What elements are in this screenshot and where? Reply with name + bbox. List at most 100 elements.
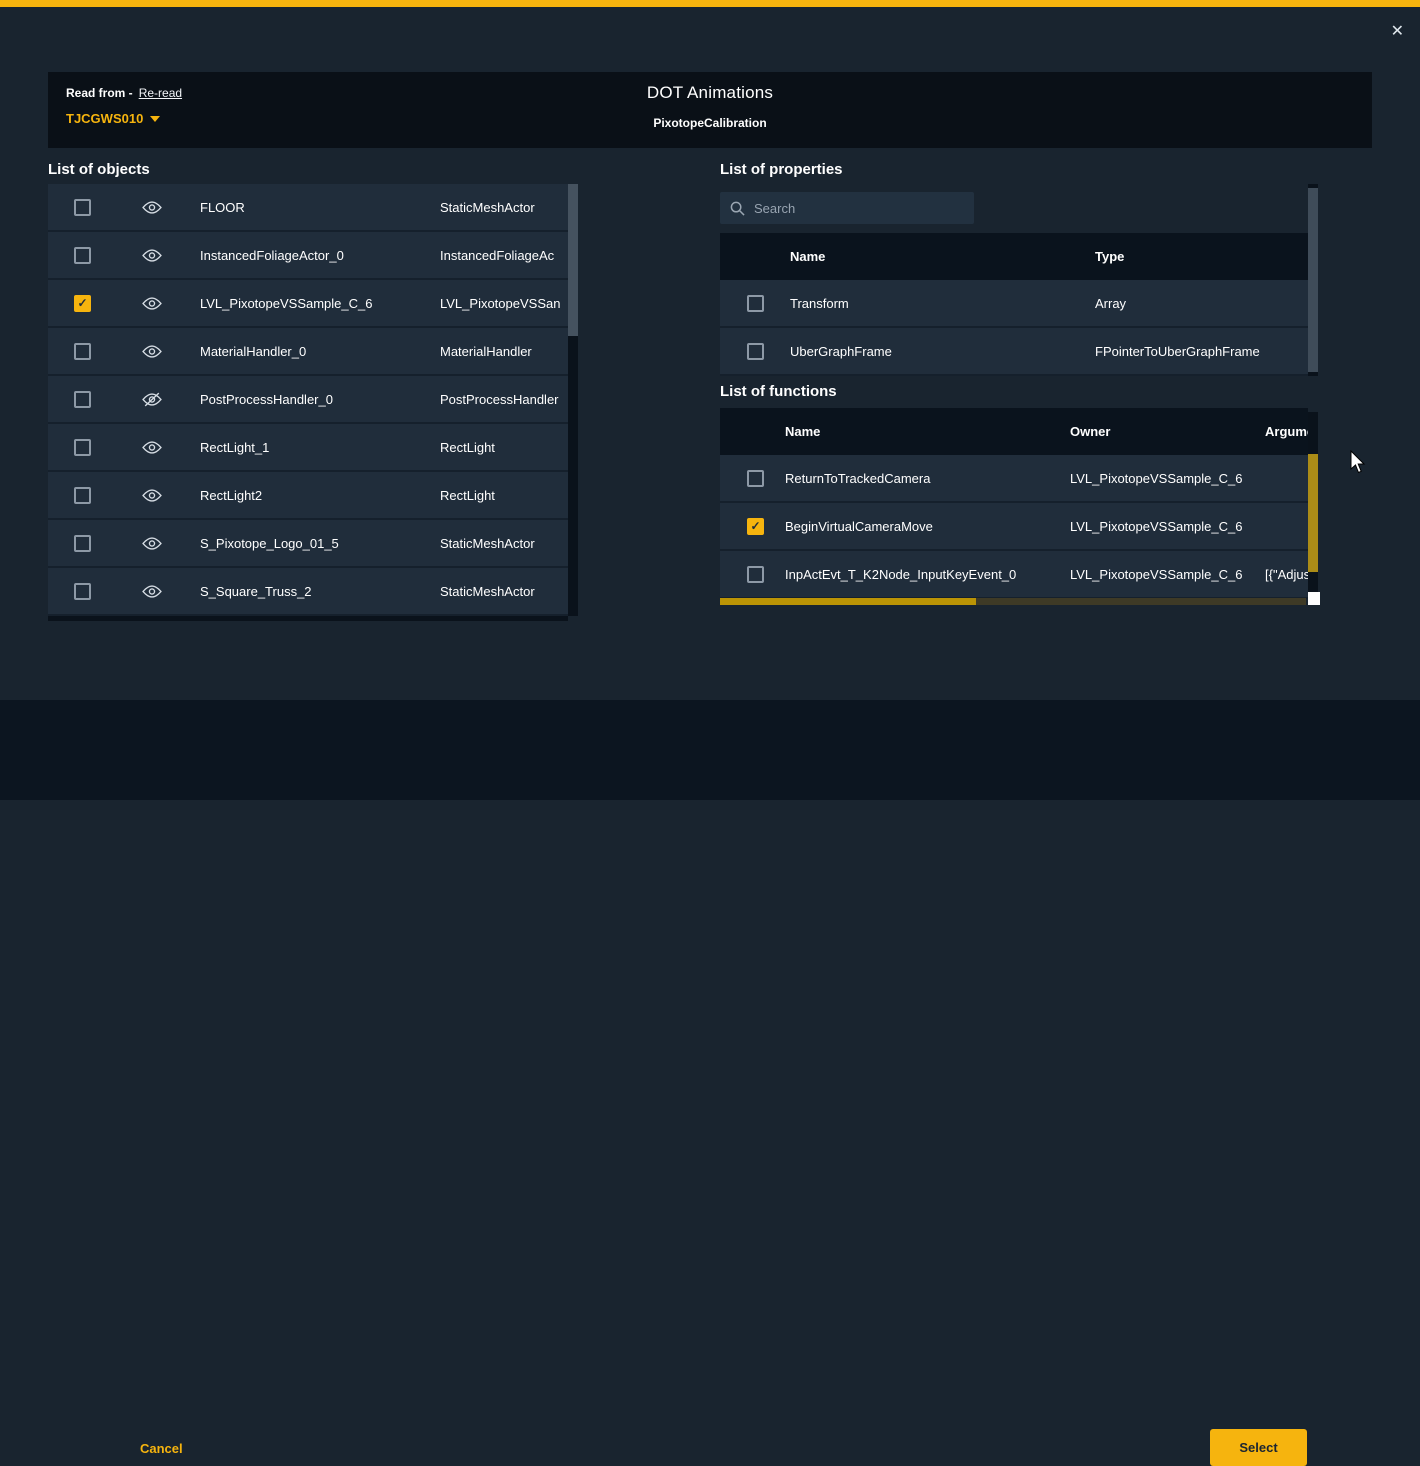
function-owner: LVL_PixotopeVSSample_C_6 xyxy=(1070,567,1265,582)
object-name: PostProcessHandler_0 xyxy=(200,392,440,407)
object-row[interactable]: ✓ LVL_PixotopeVSSample_C_6LVL_PixotopeVSS… xyxy=(48,280,568,328)
object-name: S_Square_Truss_2 xyxy=(200,584,440,599)
object-checkbox[interactable] xyxy=(74,535,91,552)
properties-table: Name Type TransformArrayUberGraphFrameFP… xyxy=(720,233,1308,376)
function-row[interactable]: ReturnToTrackedCameraLVL_PixotopeVSSampl… xyxy=(720,455,1308,503)
object-row[interactable]: FLOORStaticMeshActor xyxy=(48,184,568,232)
objects-horizontal-scrollbar[interactable] xyxy=(48,616,568,621)
visibility-icon[interactable] xyxy=(142,296,164,311)
column-header-arguments: Arguments xyxy=(1265,424,1308,439)
close-icon[interactable]: ✕ xyxy=(1391,24,1404,40)
visibility-icon[interactable] xyxy=(142,344,164,359)
function-checkbox[interactable] xyxy=(747,566,764,583)
property-name: UberGraphFrame xyxy=(790,344,1095,359)
function-row[interactable]: InpActEvt_T_K2Node_InputKeyEvent_0LVL_Pi… xyxy=(720,551,1308,599)
object-row[interactable]: MaterialHandler_0MaterialHandler xyxy=(48,328,568,376)
property-type: FPointerToUberGraphFrame xyxy=(1095,344,1308,359)
functions-table: Name Owner Arguments ReturnToTrackedCame… xyxy=(720,408,1308,599)
property-name: Transform xyxy=(790,296,1095,311)
object-checkbox[interactable] xyxy=(74,247,91,264)
property-checkbox[interactable] xyxy=(747,295,764,312)
object-type: MaterialHandler xyxy=(440,344,568,359)
object-checkbox[interactable] xyxy=(74,343,91,360)
function-name: BeginVirtualCameraMove xyxy=(785,519,1070,534)
object-name: RectLight_1 xyxy=(200,440,440,455)
object-type: LVL_PixotopeVSSan xyxy=(440,296,568,311)
visibility-off-icon[interactable] xyxy=(142,392,164,407)
object-checkbox[interactable] xyxy=(74,199,91,216)
object-checkbox[interactable] xyxy=(74,391,91,408)
visibility-icon[interactable] xyxy=(142,536,164,551)
functions-table-header: Name Owner Arguments xyxy=(720,408,1308,455)
column-header-name: Name xyxy=(785,424,1070,439)
dialog-header: Read from -Re-read TJCGWS010 DOT Animati… xyxy=(48,72,1372,148)
function-checkbox[interactable]: ✓ xyxy=(747,518,764,535)
select-button[interactable]: Select xyxy=(1210,1429,1307,1466)
property-row[interactable]: UberGraphFrameFPointerToUberGraphFrame xyxy=(720,328,1308,376)
object-row[interactable]: S_Square_Truss_2StaticMeshActor xyxy=(48,568,568,616)
properties-table-header: Name Type xyxy=(720,233,1308,280)
function-checkbox[interactable] xyxy=(747,470,764,487)
object-checkbox[interactable] xyxy=(74,583,91,600)
object-checkbox[interactable]: ✓ xyxy=(74,295,91,312)
dialog-title: DOT Animations xyxy=(48,83,1372,103)
object-type: RectLight xyxy=(440,488,568,503)
object-type: PostProcessHandler xyxy=(440,392,568,407)
visibility-icon[interactable] xyxy=(142,248,164,263)
object-name: RectLight2 xyxy=(200,488,440,503)
property-row[interactable]: TransformArray xyxy=(720,280,1308,328)
property-checkbox[interactable] xyxy=(747,343,764,360)
visibility-icon[interactable] xyxy=(142,200,164,215)
functions-vertical-scrollbar[interactable] xyxy=(1308,412,1318,592)
object-name: FLOOR xyxy=(200,200,440,215)
visibility-icon[interactable] xyxy=(142,584,164,599)
objects-panel-title: List of objects xyxy=(48,161,150,178)
object-name: MaterialHandler_0 xyxy=(200,344,440,359)
functions-table-body: ReturnToTrackedCameraLVL_PixotopeVSSampl… xyxy=(720,455,1308,599)
column-header-owner: Owner xyxy=(1070,424,1265,439)
object-type: StaticMeshActor xyxy=(440,584,568,599)
objects-table: FLOORStaticMeshActorInstancedFoliageActo… xyxy=(48,184,568,616)
object-type: InstancedFoliageAc xyxy=(440,248,568,263)
functions-horizontal-scrollbar[interactable] xyxy=(720,598,1306,605)
property-type: Array xyxy=(1095,296,1308,311)
dialog-footer: Cancel Select xyxy=(0,700,1420,800)
object-checkbox[interactable] xyxy=(74,439,91,456)
function-name: InpActEvt_T_K2Node_InputKeyEvent_0 xyxy=(785,567,1070,582)
object-type: StaticMeshActor xyxy=(440,200,568,215)
function-name: ReturnToTrackedCamera xyxy=(785,471,1070,486)
column-header-name: Name xyxy=(790,249,1095,264)
objects-table-body: FLOORStaticMeshActorInstancedFoliageActo… xyxy=(48,184,568,616)
properties-table-body: TransformArrayUberGraphFrameFPointerToUb… xyxy=(720,280,1308,376)
functions-panel-title: List of functions xyxy=(720,383,837,400)
function-owner: LVL_PixotopeVSSample_C_6 xyxy=(1070,471,1265,486)
object-name: S_Pixotope_Logo_01_5 xyxy=(200,536,440,551)
dialog-subtitle: PixotopeCalibration xyxy=(48,116,1372,130)
objects-scrollbar[interactable] xyxy=(568,184,578,616)
object-row[interactable]: InstancedFoliageActor_0InstancedFoliageA… xyxy=(48,232,568,280)
object-row[interactable]: RectLight_1RectLight xyxy=(48,424,568,472)
properties-search[interactable] xyxy=(720,192,974,224)
top-accent-bar xyxy=(0,0,1420,7)
cancel-button[interactable]: Cancel xyxy=(140,1441,183,1456)
object-name: LVL_PixotopeVSSample_C_6 xyxy=(200,296,440,311)
visibility-icon[interactable] xyxy=(142,488,164,503)
function-row[interactable]: ✓ BeginVirtualCameraMoveLVL_PixotopeVSSam… xyxy=(720,503,1308,551)
properties-scrollbar[interactable] xyxy=(1308,184,1318,376)
object-type: RectLight xyxy=(440,440,568,455)
object-row[interactable]: S_Pixotope_Logo_01_5StaticMeshActor xyxy=(48,520,568,568)
function-owner: LVL_PixotopeVSSample_C_6 xyxy=(1070,519,1265,534)
scrollbar-corner xyxy=(1308,592,1320,605)
properties-panel-title: List of properties xyxy=(720,161,843,178)
object-row[interactable]: RectLight2RectLight xyxy=(48,472,568,520)
column-header-type: Type xyxy=(1095,249,1124,264)
mouse-cursor xyxy=(1350,450,1367,474)
search-input[interactable] xyxy=(754,201,964,216)
function-arguments: [{"Adjus xyxy=(1265,567,1308,582)
object-checkbox[interactable] xyxy=(74,487,91,504)
object-name: InstancedFoliageActor_0 xyxy=(200,248,440,263)
object-type: StaticMeshActor xyxy=(440,536,568,551)
object-row[interactable]: PostProcessHandler_0PostProcessHandler xyxy=(48,376,568,424)
search-icon xyxy=(730,201,745,216)
visibility-icon[interactable] xyxy=(142,440,164,455)
